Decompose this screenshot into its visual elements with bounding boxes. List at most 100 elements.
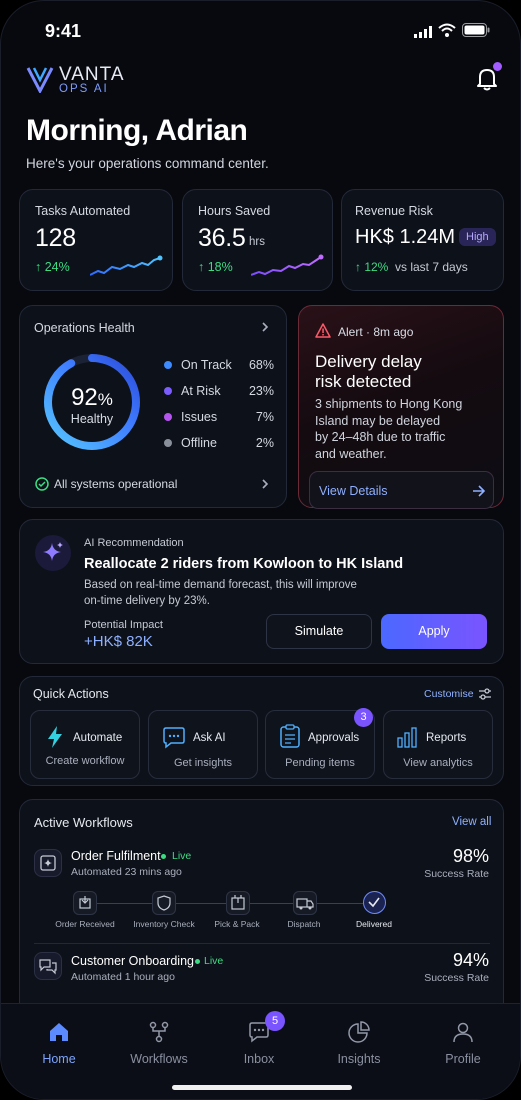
alert-body: 3 shipments to Hong Kong Island may be d… bbox=[315, 397, 463, 461]
kpi-label: Tasks Automated bbox=[35, 204, 131, 218]
workflow-name[interactable]: Customer Onboarding bbox=[71, 954, 194, 968]
kpi-value: 128 bbox=[35, 224, 76, 252]
kpi-label: Hours Saved bbox=[198, 204, 271, 218]
step-dispatch-icon bbox=[293, 891, 317, 915]
live-label: Live bbox=[204, 955, 224, 967]
quick-action-ask-ai[interactable]: Ask AI Get insights bbox=[148, 710, 258, 779]
kpi-delta: ↑ 18% bbox=[198, 260, 233, 274]
workflow-success-rate: 98% bbox=[452, 846, 489, 866]
ai-body: Based on real-time demand forecast, this… bbox=[84, 579, 357, 607]
kpi-label: Revenue Risk bbox=[355, 204, 433, 218]
kpi-sparkline bbox=[251, 254, 324, 276]
inbox-count-badge: 5 bbox=[265, 1011, 285, 1031]
sparkle-icon bbox=[35, 535, 71, 571]
live-label: Live bbox=[172, 850, 192, 862]
step-label: Dispatch bbox=[287, 919, 321, 929]
health-percent: 92% bbox=[71, 384, 113, 411]
notifications-button[interactable] bbox=[473, 62, 503, 94]
kpi-delta: ↑ 12% bbox=[355, 260, 389, 274]
simulate-button[interactable]: Simulate bbox=[266, 614, 372, 649]
workflow-meta: Automated 1 hour ago bbox=[71, 971, 175, 983]
impact-value: +HK$ 82K bbox=[84, 633, 153, 650]
app-screen: 9:41 VANTA OPS AI Morning, Adrian Here's… bbox=[0, 0, 521, 1100]
step-label: Order Received bbox=[55, 919, 115, 929]
ai-chat-icon bbox=[163, 727, 185, 749]
success-rate-label: Success Rate bbox=[424, 972, 489, 984]
workflow-name[interactable]: Order Fulfilment bbox=[71, 849, 161, 863]
brand-logo bbox=[26, 65, 54, 98]
home-indicator bbox=[172, 1085, 352, 1090]
home-icon bbox=[50, 1023, 68, 1041]
quick-action-reports[interactable]: Reports View analytics bbox=[383, 710, 493, 779]
customise-link[interactable]: Customise bbox=[424, 688, 474, 700]
alert-title-line2: risk detected bbox=[315, 372, 412, 391]
live-dot bbox=[161, 854, 166, 859]
impact-label: Potential Impact bbox=[84, 619, 163, 631]
kpi-card-hours[interactable]: Hours Saved 36.5 hrs ↑ 18% bbox=[182, 189, 333, 291]
brand-subname: OPS AI bbox=[59, 83, 109, 95]
step-label: Delivered bbox=[356, 919, 392, 929]
apply-button[interactable]: Apply bbox=[381, 614, 487, 649]
legend-item: On Track 68% bbox=[164, 358, 274, 372]
user-icon bbox=[453, 1022, 473, 1043]
live-dot bbox=[195, 959, 200, 964]
check-circle-icon bbox=[35, 477, 49, 491]
step-inventory-check-icon bbox=[152, 891, 176, 915]
chevron-right-icon[interactable] bbox=[260, 478, 270, 490]
step-order-received-icon bbox=[73, 891, 97, 915]
legend-item: Issues 7% bbox=[164, 410, 274, 424]
success-rate-label: Success Rate bbox=[424, 868, 489, 880]
view-details-button[interactable]: View Details bbox=[309, 471, 494, 509]
kpi-delta-note: vs last 7 days bbox=[395, 260, 468, 274]
section-title: Active Workflows bbox=[34, 815, 133, 830]
legend-item: Offline 2% bbox=[164, 436, 274, 450]
health-footer: All systems operational bbox=[54, 477, 178, 491]
arrow-right-icon bbox=[473, 485, 486, 497]
kpi-card-tasks[interactable]: Tasks Automated 128 ↑ 24% bbox=[19, 189, 173, 291]
quick-action-approvals[interactable]: Approvals Pending items 3 bbox=[265, 708, 375, 779]
pie-chart-icon bbox=[348, 1021, 370, 1043]
notification-dot bbox=[493, 62, 502, 71]
view-all-link[interactable]: View all bbox=[452, 816, 491, 828]
sliders-icon[interactable] bbox=[478, 687, 492, 701]
kpi-value: HK$ 1.24M bbox=[355, 226, 456, 248]
risk-badge: High bbox=[459, 228, 496, 246]
approvals-count-badge: 3 bbox=[354, 708, 373, 727]
step-label: Inventory Check bbox=[133, 919, 195, 929]
step-delivered-check-icon bbox=[363, 891, 386, 914]
ai-recommendation-card: AI Recommendation Reallocate 2 riders fr… bbox=[19, 519, 504, 664]
health-status: Healthy bbox=[70, 412, 114, 426]
warning-icon bbox=[315, 323, 331, 338]
workflow-meta: Automated 23 mins ago bbox=[71, 866, 182, 878]
step-pick-pack-icon bbox=[226, 891, 250, 915]
legend-item: At Risk 23% bbox=[164, 384, 274, 398]
vanta-logo-icon bbox=[26, 67, 54, 95]
workflow-tree-icon bbox=[149, 1021, 169, 1043]
status-time: 9:41 bbox=[45, 21, 82, 41]
workflow-icon bbox=[34, 849, 62, 877]
kpi-value: 36.5 bbox=[198, 224, 246, 252]
ai-eyebrow: AI Recommendation bbox=[84, 537, 184, 549]
signal-icon bbox=[414, 25, 432, 43]
section-title: Quick Actions bbox=[33, 687, 109, 701]
alert-meta: Alert · 8m ago bbox=[338, 325, 414, 339]
clipboard-icon bbox=[280, 724, 300, 748]
kpi-sparkline bbox=[90, 255, 163, 276]
workflow-icon bbox=[34, 952, 62, 980]
alert-title-line1: Delivery delay bbox=[315, 352, 422, 371]
page-subtitle: Here's your operations command center. bbox=[26, 156, 269, 171]
lightning-icon bbox=[48, 726, 62, 748]
quick-action-automate[interactable]: Automate Create workflow bbox=[30, 710, 140, 779]
divider bbox=[34, 943, 490, 944]
card-title: Operations Health bbox=[34, 321, 135, 335]
wifi-icon bbox=[438, 23, 456, 42]
bar-chart-icon bbox=[397, 727, 417, 748]
workflow-success-rate: 94% bbox=[452, 950, 489, 970]
ai-title: Reallocate 2 riders from Kowloon to HK I… bbox=[84, 556, 404, 572]
kpi-card-revenue-risk[interactable]: Revenue Risk HK$ 1.24M High ↑ 12% vs las… bbox=[341, 189, 504, 291]
operations-health-card[interactable]: Operations Health 92% Healthy On Track 68… bbox=[19, 305, 287, 508]
battery-icon bbox=[462, 23, 490, 42]
chevron-right-icon bbox=[262, 322, 269, 332]
kpi-unit: hrs bbox=[249, 236, 265, 248]
alert-card[interactable]: Alert · 8m ago Delivery delay risk detec… bbox=[298, 305, 504, 509]
